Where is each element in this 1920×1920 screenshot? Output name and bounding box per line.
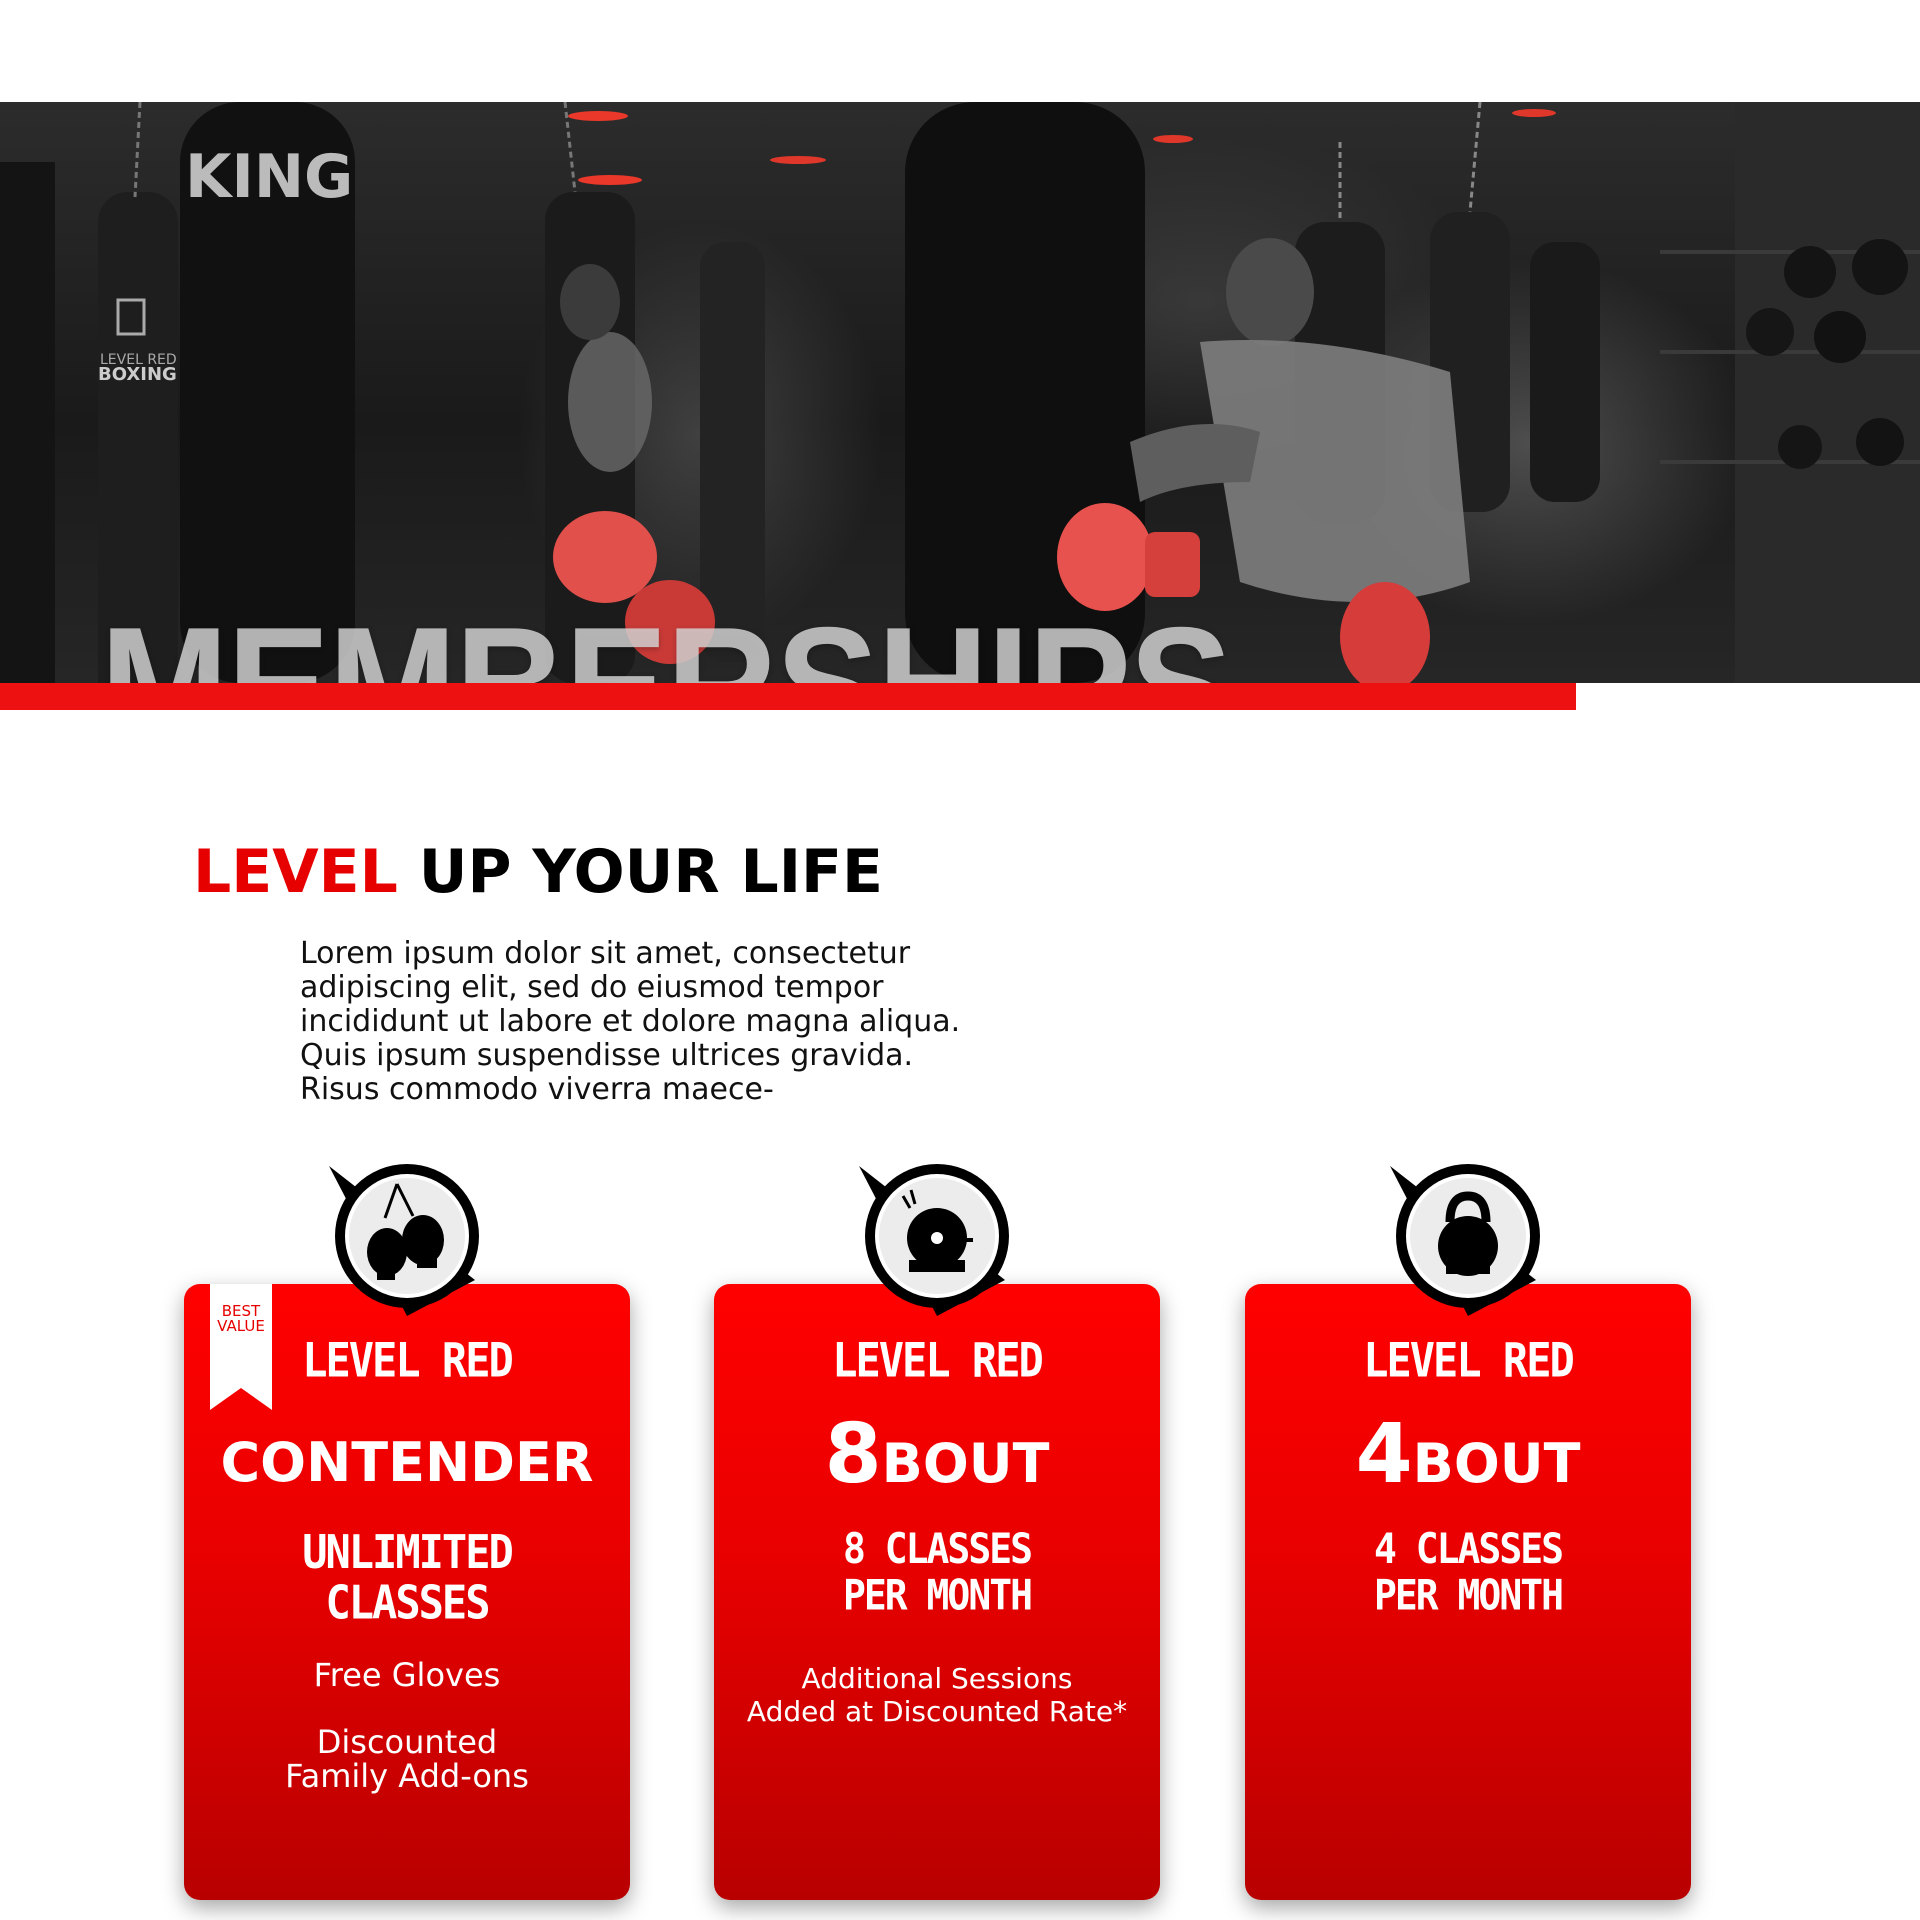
intro-paragraph: Lorem ipsum dolor sit amet, consectetur … [300,936,961,1107]
card-plan-name: 8BOUT [714,1414,1160,1496]
card-plan-name: CONTENDER [220,1431,594,1494]
membership-card-8bout[interactable]: LEVEL RED 8BOUT 8 CLASSES PER MONTH Addi… [714,1164,1160,1900]
plan-number: 8 [824,1407,882,1502]
perk-line-2: Family Add-ons [285,1757,529,1795]
hero-title: MEMBERSHIPS [100,602,1232,683]
boxing-gloves-icon [329,1164,479,1316]
card-tier: LEVEL RED [832,1333,1044,1388]
card-tier: LEVEL RED [302,1333,514,1388]
card-perk-family: Discounted Family Add-ons [184,1725,630,1793]
classes-line-1: UNLIMITED [302,1525,514,1580]
bell-icon [859,1164,1009,1316]
plan-word: BOUT [881,1432,1050,1495]
page-headline: LEVEL UP YOUR LIFE [193,842,883,902]
plan-number: 4 [1355,1407,1413,1502]
svg-text:KING: KING [185,142,353,212]
card-classes: UNLIMITED CLASSES [184,1527,630,1628]
card-perk-sessions: Additional Sessions Added at Discounted … [714,1662,1160,1728]
card-plan-name: 4BOUT [1245,1414,1691,1496]
classes-line-2: CLASSES [325,1575,490,1630]
perk-line-2: Added at Discounted Rate* [746,1695,1128,1728]
best-value-label: BEST VALUE [210,1304,272,1334]
card-icon-badge [1386,1156,1550,1320]
classes-line-1: 4 CLASSES [1374,1524,1564,1574]
perk-line-1: Additional Sessions [801,1662,1073,1695]
classes-line-2: PER MONTH [843,1570,1033,1620]
plan-word: BOUT [1412,1432,1581,1495]
membership-card-4bout[interactable]: LEVEL RED 4BOUT 4 CLASSES PER MONTH [1245,1164,1691,1900]
ribbon-line-2: VALUE [217,1317,265,1335]
card-icon-badge [325,1156,489,1320]
kettlebell-icon [1390,1164,1540,1316]
svg-text:BOXING: BOXING [98,364,177,385]
hero-banner: KING LEVEL RED BOXING MEMBERSHIPS [0,102,1920,683]
headline-accent: LEVEL [193,837,398,907]
classes-line-2: PER MONTH [1374,1570,1564,1620]
card-perk-gloves: Free Gloves [313,1656,501,1694]
membership-card-contender[interactable]: BEST VALUE LEVEL RED CONTENDER UNLIMITED… [184,1164,630,1900]
card-icon-badge [855,1156,1019,1320]
card-classes: 4 CLASSES PER MONTH [1245,1526,1691,1618]
perk-line-1: Discounted [316,1723,498,1761]
classes-line-1: 8 CLASSES [843,1524,1033,1574]
headline-rest: UP YOUR LIFE [418,837,884,907]
card-classes: 8 CLASSES PER MONTH [714,1526,1160,1618]
card-tier: LEVEL RED [1363,1333,1575,1388]
hero-accent-bar [0,683,1576,710]
